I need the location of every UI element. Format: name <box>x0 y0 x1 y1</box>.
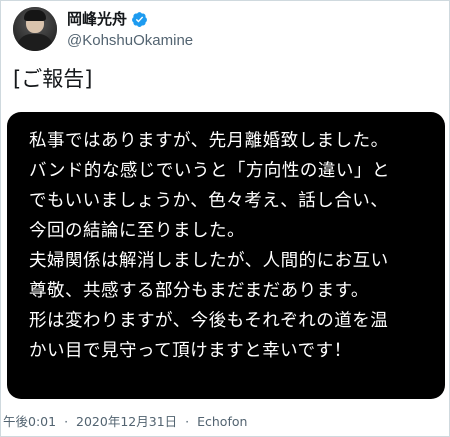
image-text-line: 形は変わりますが、今後もそれぞれの道を温 <box>29 311 389 331</box>
image-text-line: バンド的な感じでいうと「方向性の違い」と <box>29 161 390 181</box>
meta-separator: · <box>64 414 69 429</box>
avatar-body <box>17 34 53 51</box>
image-text-line: 尊敬、共感する部分もまだまだあります。 <box>29 281 369 301</box>
tweet-date[interactable]: 2020年12月31日 <box>76 414 177 429</box>
image-text-line: 私事ではありますが、先月離婚致しました。 <box>29 131 389 151</box>
handle[interactable]: @KohshuOkamine <box>67 31 193 51</box>
avatar-hair <box>24 10 46 21</box>
author-block: 岡峰光舟 @KohshuOkamine <box>67 8 193 51</box>
avatar[interactable] <box>13 7 57 51</box>
tweet-meta: 午後0:01 · 2020年12月31日 · Echofon <box>3 413 247 431</box>
tweet-image[interactable]: 私事ではありますが、先月離婚致しました。 バンド的な感じでいうと「方向性の違い」… <box>7 112 445 399</box>
tweet-header: 岡峰光舟 @KohshuOkamine <box>11 5 441 53</box>
verified-badge-icon <box>132 11 147 27</box>
image-text-line: かい目で見守って頂けますと幸いです！ <box>29 341 352 361</box>
image-text-block: 私事ではありますが、先月離婚致しました。 バンド的な感じでいうと「方向性の違い」… <box>29 126 390 366</box>
meta-separator: · <box>185 414 190 429</box>
tweet-client-link[interactable]: Echofon <box>197 414 247 429</box>
display-name[interactable]: 岡峰光舟 <box>67 8 127 30</box>
tweet-text: [ご報告] <box>13 67 93 91</box>
image-text-line: 夫婦関係は解消しましたが、人間的にお互い <box>29 251 389 271</box>
image-text-line: 今回の結論に至りました。 <box>29 221 245 241</box>
tweet-time[interactable]: 午後0:01 <box>3 414 56 429</box>
image-text-line: でもいいましょうか、色々考え、話し合い、 <box>29 191 389 211</box>
display-name-row: 岡峰光舟 <box>67 8 193 30</box>
tweet-card: 岡峰光舟 @KohshuOkamine [ご報告] 私事ではありますが、先月離婚… <box>0 0 450 437</box>
